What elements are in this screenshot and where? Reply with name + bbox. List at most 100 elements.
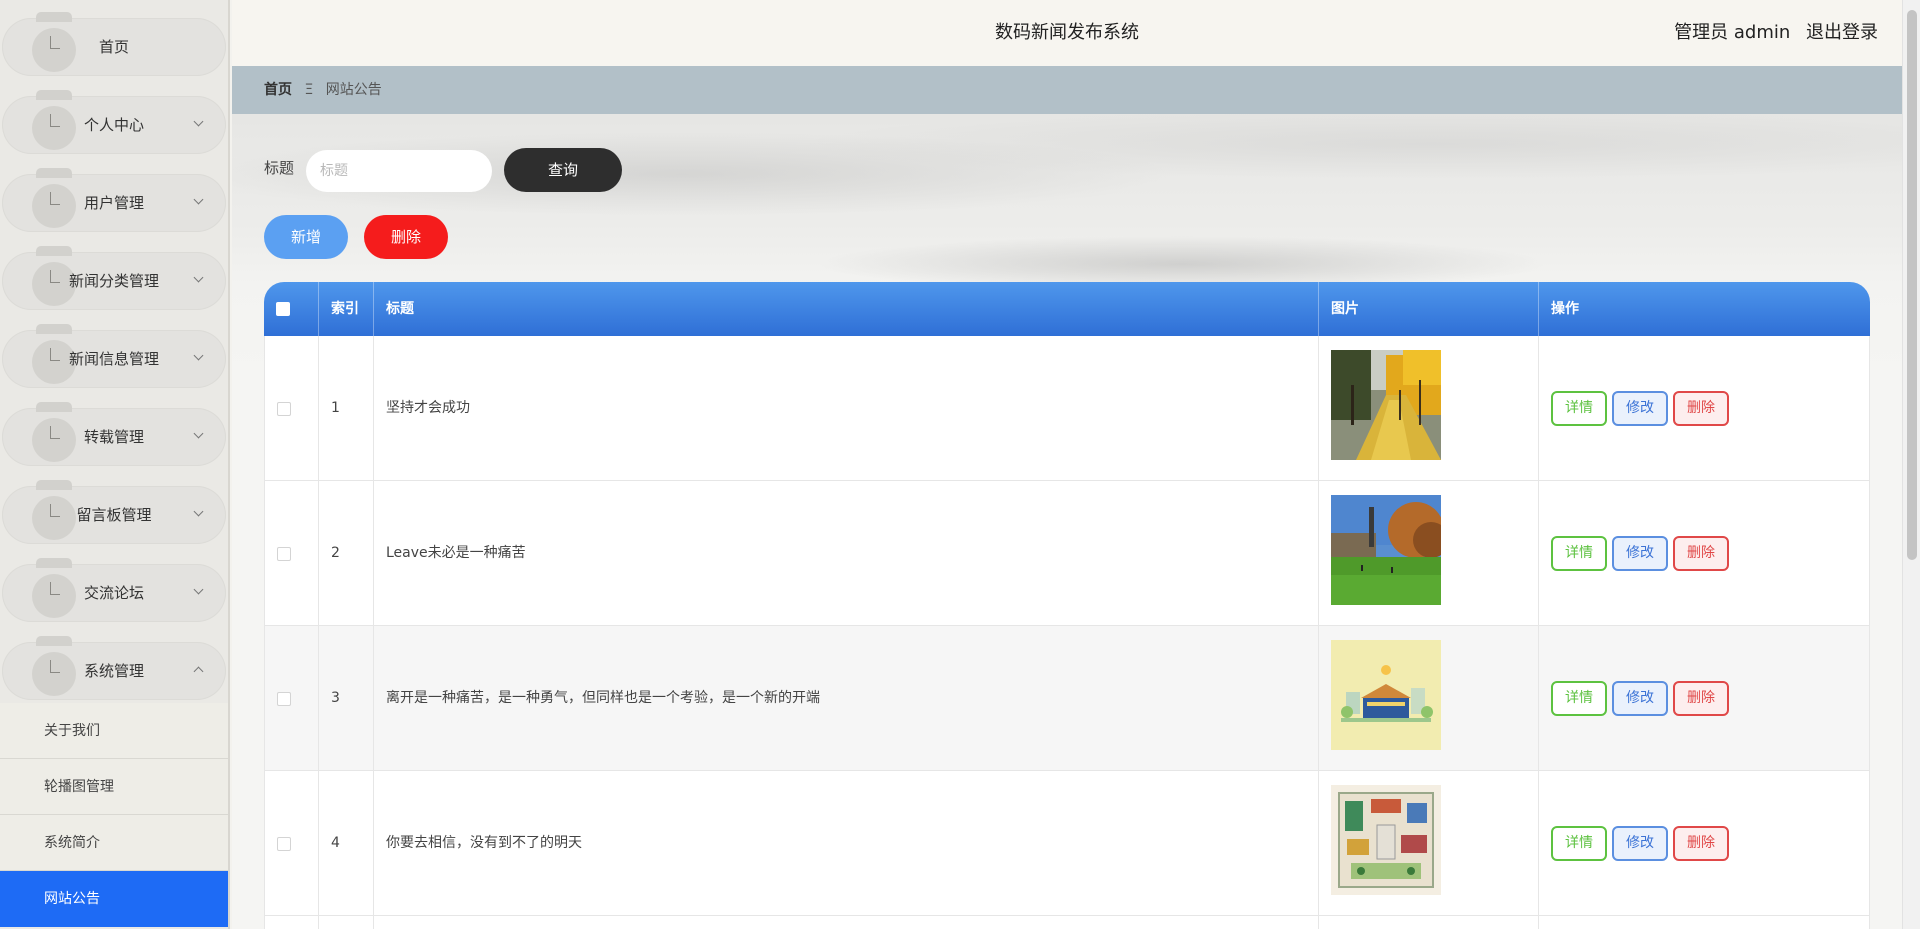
- sidebar-item-news-category[interactable]: 新闻分类管理: [2, 246, 226, 310]
- column-header-title: 标题: [374, 282, 1319, 336]
- logout-link[interactable]: 退出登录: [1806, 22, 1878, 43]
- row-index-cell: 4: [319, 771, 374, 916]
- delete-button[interactable]: 删除: [1673, 391, 1729, 426]
- row-image-cell: [1319, 916, 1539, 929]
- search-label: 标题: [264, 159, 295, 177]
- row-check-cell: [264, 626, 319, 771]
- column-header-index: 索引: [319, 282, 374, 336]
- row-actions-cell: 详情 修改 删除: [1539, 481, 1870, 626]
- current-user-label: 管理员 admin: [1674, 22, 1791, 43]
- breadcrumb-home[interactable]: 首页: [264, 82, 292, 98]
- row-check-cell: [264, 771, 319, 916]
- detail-button[interactable]: 详情: [1551, 826, 1607, 861]
- row-image-cell: [1319, 771, 1539, 916]
- delete-button[interactable]: 删除: [1673, 536, 1729, 571]
- sidebar-item-label: 首页: [98, 38, 129, 56]
- sidebar: 首页 个人中心 用户管理 新闻分类管理 新闻信息管理 转载管理 留言板管理 交流…: [0, 0, 230, 929]
- sidebar-item-forum[interactable]: 交流论坛: [2, 558, 226, 622]
- table-row: 2 Leave未必是一种痛苦 详情 修改 删除: [264, 481, 1870, 626]
- column-header-image: 图片: [1319, 282, 1539, 336]
- sidebar-item-news-info[interactable]: 新闻信息管理: [2, 324, 226, 388]
- row-index: 4: [331, 835, 340, 851]
- edit-button[interactable]: 修改: [1612, 536, 1668, 571]
- sidebar-item-message-board[interactable]: 留言板管理: [2, 480, 226, 544]
- sidebar-item-label: 转载管理: [83, 428, 144, 446]
- row-check-cell: [264, 336, 319, 481]
- system-submenu: 关于我们 轮播图管理 系统简介 网站公告: [0, 703, 228, 927]
- table-row: 4 你要去相信，没有到不了的明天 详情 修改 删除: [264, 771, 1870, 916]
- row-checkbox[interactable]: [277, 837, 291, 851]
- edit-button[interactable]: 修改: [1612, 391, 1668, 426]
- row-actions-cell: [1539, 916, 1870, 929]
- submenu-item-system-intro[interactable]: 系统简介: [0, 815, 228, 871]
- batch-delete-button[interactable]: 删除: [364, 215, 448, 259]
- user-area: 管理员 admin 退出登录: [1664, 0, 1878, 66]
- row-image-cell: [1319, 626, 1539, 771]
- submenu-item-about-us[interactable]: 关于我们: [0, 703, 228, 759]
- sidebar-item-label: 个人中心: [83, 116, 144, 134]
- campus-map-thumbnail: [1331, 785, 1441, 895]
- row-title: Leave未必是一种痛苦: [386, 545, 526, 561]
- row-index: 3: [331, 690, 340, 706]
- column-header-actions: 操作: [1551, 301, 1579, 317]
- table-row: [264, 916, 1870, 929]
- notice-table: 索引 标题 图片 操作 1 坚持才会成功 详情 修改 删除 2 Leave未必是…: [264, 282, 1870, 929]
- delete-button[interactable]: 删除: [1673, 826, 1729, 861]
- submenu-item-site-notice[interactable]: 网站公告: [0, 871, 228, 927]
- row-checkbox[interactable]: [277, 547, 291, 561]
- row-title: 你要去相信，没有到不了的明天: [386, 835, 582, 851]
- row-title-cell: 离开是一种痛苦，是一种勇气，但同样也是一个考验，是一个新的开端: [374, 626, 1319, 771]
- row-checkbox[interactable]: [277, 402, 291, 416]
- row-actions-cell: 详情 修改 删除: [1539, 626, 1870, 771]
- row-title: 离开是一种痛苦，是一种勇气，但同样也是一个考验，是一个新的开端: [386, 690, 820, 706]
- row-index: 1: [331, 400, 340, 416]
- edit-button[interactable]: 修改: [1612, 826, 1668, 861]
- sidebar-item-label: 新闻分类管理: [68, 272, 159, 290]
- scrollbar-thumb[interactable]: [1907, 10, 1917, 560]
- school-illustration-thumbnail: [1331, 640, 1441, 750]
- sidebar-item-label: 留言板管理: [76, 506, 152, 524]
- detail-button[interactable]: 详情: [1551, 391, 1607, 426]
- table-row: 3 离开是一种痛苦，是一种勇气，但同样也是一个考验，是一个新的开端 详情 修改 …: [264, 626, 1870, 771]
- select-all-cell: [264, 282, 319, 336]
- page-scrollbar[interactable]: [1902, 0, 1920, 929]
- breadcrumb-separator: Ξ: [304, 82, 314, 98]
- detail-button[interactable]: 详情: [1551, 536, 1607, 571]
- row-check-cell: [264, 481, 319, 626]
- row-check-cell: [264, 916, 319, 929]
- edit-button[interactable]: 修改: [1612, 681, 1668, 716]
- sidebar-item-label: 用户管理: [83, 194, 144, 212]
- row-title-cell: Leave未必是一种痛苦: [374, 481, 1319, 626]
- sidebar-item-personal-center[interactable]: 个人中心: [2, 90, 226, 154]
- query-button[interactable]: 查询: [504, 148, 622, 192]
- row-index-cell: 1: [319, 336, 374, 481]
- breadcrumb-current: 网站公告: [325, 82, 382, 98]
- row-actions-cell: 详情 修改 删除: [1539, 336, 1870, 481]
- app-title: 数码新闻发布系统: [995, 22, 1139, 43]
- row-title: 坚持才会成功: [386, 400, 470, 416]
- row-title-cell: 坚持才会成功: [374, 336, 1319, 481]
- sidebar-item-user-management[interactable]: 用户管理: [2, 168, 226, 232]
- row-index-cell: [319, 916, 374, 929]
- autumn-path-thumbnail: [1331, 350, 1441, 460]
- row-image-cell: [1319, 336, 1539, 481]
- add-button[interactable]: 新增: [264, 215, 348, 259]
- title-search-input[interactable]: [306, 150, 492, 192]
- campus-lawn-thumbnail: [1331, 495, 1441, 605]
- detail-button[interactable]: 详情: [1551, 681, 1607, 716]
- row-title-cell: [374, 916, 1319, 929]
- sidebar-item-home[interactable]: 首页: [2, 12, 226, 76]
- row-index: 2: [331, 545, 340, 561]
- top-header: 数码新闻发布系统 管理员 admin 退出登录: [232, 0, 1902, 66]
- breadcrumb: 首页 Ξ 网站公告: [232, 66, 1902, 114]
- submenu-item-carousel[interactable]: 轮播图管理: [0, 759, 228, 815]
- sidebar-item-label: 交流论坛: [83, 584, 144, 602]
- select-all-checkbox[interactable]: [276, 302, 290, 316]
- row-title-cell: 你要去相信，没有到不了的明天: [374, 771, 1319, 916]
- sidebar-item-system-management[interactable]: 系统管理: [2, 636, 226, 700]
- main-content: 标题 查询 新增 删除 索引 标题 图片 操作 1 坚持才会成功: [232, 114, 1902, 929]
- row-checkbox[interactable]: [277, 692, 291, 706]
- row-image-cell: [1319, 481, 1539, 626]
- sidebar-item-repost[interactable]: 转载管理: [2, 402, 226, 466]
- delete-button[interactable]: 删除: [1673, 681, 1729, 716]
